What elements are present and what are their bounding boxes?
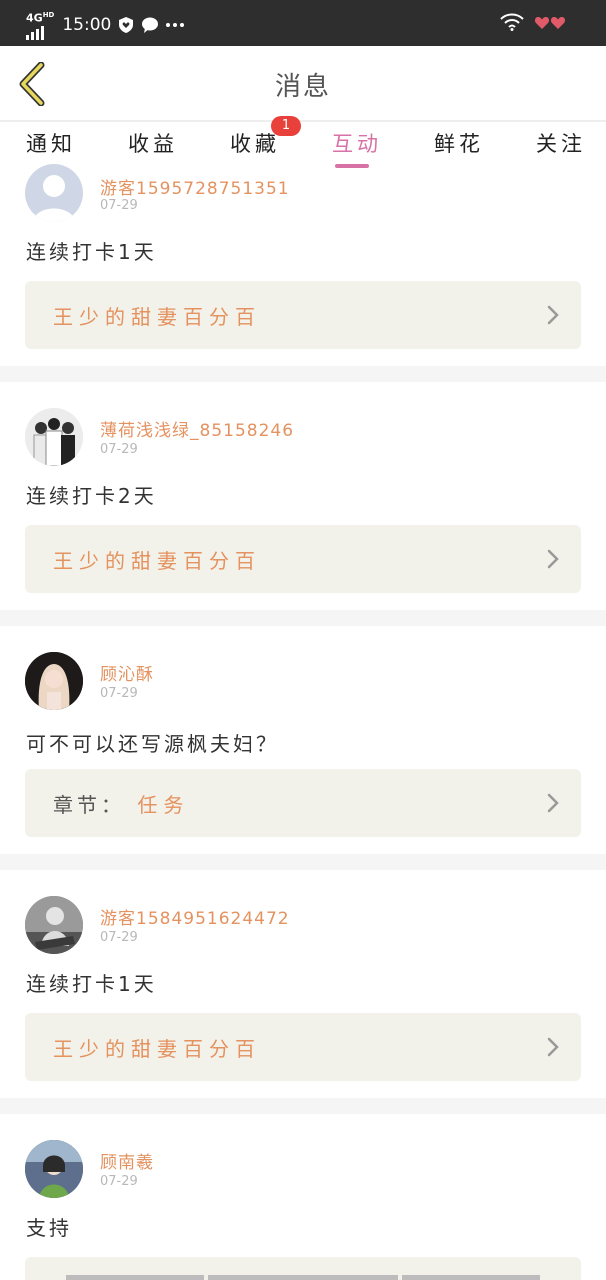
avatar[interactable] [25, 652, 83, 710]
date: 07-29 [100, 442, 138, 457]
default-avatar-icon [33, 175, 75, 222]
book-reference[interactable]: 王少的甜妻百分百 [25, 1013, 581, 1081]
tab-interactions[interactable]: 互动 [332, 128, 382, 168]
tab-notifications[interactable]: 通知 [26, 128, 76, 158]
network-indicator: 4GHD [26, 10, 54, 40]
message: 连续打卡2天 [26, 484, 157, 508]
girl-photo-avatar [25, 652, 83, 710]
avatar[interactable] [25, 164, 83, 222]
book-title: 王少的甜妻百分百 [53, 305, 261, 329]
list-item: 顾沁酥 07-29 可不可以还写源枫夫妇？ 章节： 任务 [0, 626, 606, 854]
divider [0, 1098, 606, 1114]
date: 07-29 [100, 1174, 138, 1189]
chevron-right-icon [547, 793, 559, 813]
divider [0, 366, 606, 382]
page-title: 消息 [274, 72, 331, 102]
chapter-reference-text: 章节： 任务 [53, 789, 189, 818]
username[interactable]: 薄荷浅浅绿_85158246 [100, 416, 294, 441]
book-title: 王少的甜妻百分百 [53, 1037, 261, 1061]
chevron-right-icon [547, 549, 559, 569]
network-sup: HD [42, 11, 55, 19]
date: 07-29 [100, 198, 138, 213]
list-item: 顾南羲 07-29 支持 [0, 1114, 606, 1280]
message: 可不可以还写源枫夫妇？ [26, 732, 279, 756]
tab-earnings[interactable]: 收益 [128, 128, 178, 158]
chat-bubble-icon [141, 16, 159, 34]
list-item: 游客1584951624472 07-29 连续打卡1天 王少的甜妻百分百 [0, 870, 606, 1098]
chapter-reference[interactable]: 章节： 任务 [25, 769, 581, 837]
date: 07-29 [100, 930, 138, 945]
book-reference[interactable]: 王少的甜妻百分百 [25, 525, 581, 593]
list-item: 薄荷浅浅绿_85158246 07-29 连续打卡2天 王少的甜妻百分百 [0, 382, 606, 610]
tab-flowers[interactable]: 鲜花 [434, 128, 484, 158]
scroll-strip [208, 1275, 398, 1280]
group-photo-avatar [25, 408, 83, 466]
message: 连续打卡1天 [26, 240, 157, 264]
signal-icon [26, 25, 54, 40]
favorites-badge: 1 [271, 116, 301, 136]
avatar[interactable] [25, 1140, 83, 1198]
avatar[interactable] [25, 896, 83, 954]
username[interactable]: 游客1584951624472 [100, 904, 290, 929]
girl-photo-avatar [25, 1140, 83, 1198]
chevron-right-icon [547, 305, 559, 325]
more-dots-icon [165, 22, 185, 28]
username[interactable]: 顾南羲 [100, 1148, 154, 1173]
tab-following[interactable]: 关注 [536, 128, 586, 158]
header: 消息 [0, 46, 606, 122]
message: 支持 [26, 1216, 72, 1240]
book-title: 王少的甜妻百分百 [53, 549, 261, 573]
active-tab-indicator [335, 164, 369, 168]
status-time: 15:00 [62, 14, 112, 35]
hearts-icon [534, 15, 566, 34]
shield-heart-icon [117, 16, 135, 34]
tab-interactions-label: 互动 [332, 132, 382, 156]
tab-bar: 通知 收益 收藏 互动 鲜花 关注 [0, 122, 606, 170]
message: 连续打卡1天 [26, 972, 157, 996]
status-bar: 4GHD 15:00 [0, 0, 606, 46]
network-label: 4G [26, 11, 43, 25]
avatar[interactable] [25, 408, 83, 466]
chevron-right-icon [547, 1037, 559, 1057]
person-photo-avatar [25, 896, 83, 954]
scroll-strip [402, 1275, 540, 1280]
book-reference[interactable]: 王少的甜妻百分百 [25, 281, 581, 349]
list-item: 游客1595728751351 07-29 连续打卡1天 王少的甜妻百分百 [0, 164, 606, 366]
chapter-label: 章节： [53, 793, 125, 817]
username[interactable]: 顾沁酥 [100, 660, 154, 685]
wifi-icon [500, 13, 524, 35]
divider [0, 854, 606, 870]
date: 07-29 [100, 686, 138, 701]
chapter-title: 任务 [137, 793, 190, 817]
divider [0, 610, 606, 626]
scroll-strip [66, 1275, 204, 1280]
username[interactable]: 游客1595728751351 [100, 174, 290, 199]
